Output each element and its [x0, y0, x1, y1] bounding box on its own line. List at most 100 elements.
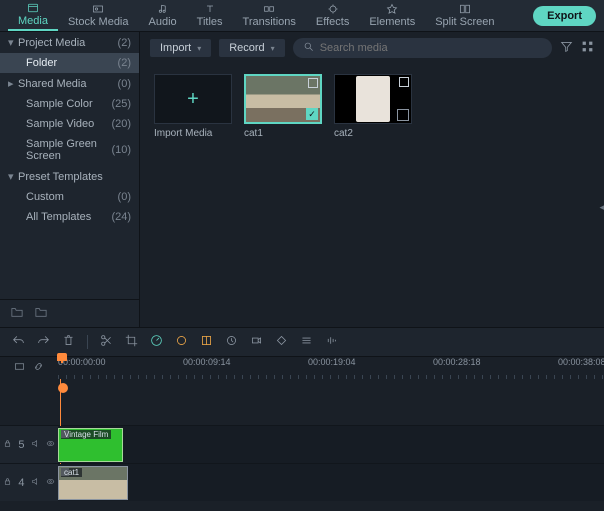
- clip-thumb: [334, 74, 412, 124]
- sidebar-item[interactable]: Folder(2): [0, 53, 139, 73]
- sidebar-item-count: (10): [111, 144, 131, 156]
- sidebar-item-count: (2): [118, 37, 131, 49]
- sidebar-item[interactable]: ▾Preset Templates: [0, 166, 139, 187]
- plus-icon: +: [187, 88, 199, 111]
- filter-icon[interactable]: [560, 40, 573, 56]
- collapse-right-icon[interactable]: ◂: [599, 202, 604, 213]
- ruler-tick: 00:00:09:14: [183, 357, 231, 367]
- nav-tab-titles[interactable]: Titles: [187, 1, 233, 30]
- settings-icon[interactable]: [300, 334, 313, 350]
- marker-icon[interactable]: [58, 383, 68, 393]
- sidebar-item[interactable]: All Templates(24): [0, 207, 139, 227]
- sidebar-item-count: (20): [111, 118, 131, 130]
- mute-icon[interactable]: [31, 477, 40, 489]
- titles-icon: [203, 3, 217, 15]
- timeline-ruler[interactable]: 00:00:00:0000:00:09:1400:00:19:0400:00:2…: [58, 357, 604, 379]
- timeline-body: 5 Vintage Film 4 cat1: [0, 379, 604, 501]
- audio-mix-icon[interactable]: [325, 334, 338, 350]
- media-area: Import ▾ Record ▾ + Imp: [140, 32, 604, 327]
- sidebar-item-label: Custom: [26, 191, 64, 203]
- sidebar-footer: [0, 299, 139, 327]
- green-screen-icon[interactable]: [200, 334, 213, 350]
- lock-icon[interactable]: [3, 477, 12, 489]
- nav-tab-transitions[interactable]: Transitions: [233, 1, 306, 30]
- sidebar-item-label: Sample Video: [26, 118, 94, 130]
- timeline-track: 5 Vintage Film: [0, 425, 604, 463]
- lock-icon[interactable]: [3, 439, 12, 451]
- split-icon: [458, 3, 472, 15]
- elements-icon: [385, 3, 399, 15]
- media-clip-cat2[interactable]: cat2: [334, 74, 412, 139]
- nav-tab-label: Media: [18, 15, 48, 27]
- media-icon: [26, 2, 40, 14]
- sidebar-item[interactable]: Custom (0): [0, 187, 139, 207]
- mute-icon[interactable]: [31, 439, 40, 451]
- import-media-card[interactable]: + Import Media: [154, 74, 232, 139]
- sidebar-item-count: (0): [118, 191, 131, 203]
- color-icon[interactable]: [175, 334, 188, 350]
- timeline-clip[interactable]: cat1: [58, 466, 128, 500]
- media-thumbs: + Import Media ✓ cat1 cat2: [140, 64, 604, 149]
- folder-icon[interactable]: [34, 306, 48, 321]
- export-button[interactable]: Export: [533, 6, 596, 26]
- track-head: 5: [0, 426, 58, 463]
- nav-tab-label: Transitions: [243, 16, 296, 28]
- nav-tab-stock[interactable]: Stock Media: [58, 1, 139, 30]
- visibility-icon[interactable]: [46, 439, 55, 451]
- timeline-toolbar: [0, 327, 604, 356]
- expand-icon: [397, 109, 409, 121]
- crop-icon[interactable]: [125, 334, 138, 350]
- check-icon: ✓: [306, 108, 318, 120]
- sidebar-item[interactable]: Sample Green Screen(10): [0, 134, 139, 166]
- track-id: 4: [18, 477, 24, 489]
- split-icon[interactable]: [100, 334, 113, 350]
- search-input[interactable]: [320, 42, 542, 54]
- speed-icon[interactable]: [150, 334, 163, 350]
- playhead[interactable]: [61, 357, 63, 363]
- sidebar-item[interactable]: Sample Video (20): [0, 114, 139, 134]
- sidebar-item[interactable]: ▾Project Media(2): [0, 32, 139, 53]
- nav-tab-split[interactable]: Split Screen: [425, 1, 504, 30]
- transitions-icon: [262, 3, 276, 15]
- record-dropdown[interactable]: Record ▾: [219, 39, 284, 57]
- delete-icon[interactable]: [62, 334, 75, 350]
- nav-tab-effects[interactable]: Effects: [306, 1, 359, 30]
- sidebar-item-count: (25): [111, 98, 131, 110]
- redo-icon[interactable]: [37, 334, 50, 350]
- nav-tab-audio[interactable]: Audio: [139, 1, 187, 30]
- sidebar-item-label: Shared Media: [18, 78, 87, 90]
- import-dropdown[interactable]: Import ▾: [150, 39, 211, 57]
- timeline-track: 4 cat1: [0, 463, 604, 501]
- import-card-label: Import Media: [154, 128, 232, 139]
- clip-label: cat1: [61, 468, 82, 477]
- media-clip-cat1[interactable]: ✓ cat1: [244, 74, 322, 139]
- nav-tab-media[interactable]: Media: [8, 0, 58, 31]
- ruler-head: [0, 357, 58, 379]
- keyframe-icon[interactable]: [275, 334, 288, 350]
- caret-icon: ▾: [8, 170, 18, 183]
- grid-view-icon[interactable]: [581, 40, 594, 56]
- record-icon[interactable]: [250, 334, 263, 350]
- track-add-icon[interactable]: [14, 361, 25, 375]
- track-id: 5: [18, 439, 24, 451]
- sidebar-item-count: (0): [118, 78, 131, 90]
- sidebar: ▾Project Media(2)Folder(2)▸Shared Media(…: [0, 32, 140, 327]
- search-wrap: [293, 38, 552, 58]
- marker-strip: [58, 379, 604, 397]
- nav-tab-elements[interactable]: Elements: [359, 1, 425, 30]
- new-folder-icon[interactable]: [10, 306, 24, 321]
- ruler-row: 00:00:00:0000:00:09:1400:00:19:0400:00:2…: [0, 356, 604, 379]
- timeline-clip[interactable]: Vintage Film: [58, 428, 123, 462]
- visibility-icon[interactable]: [46, 477, 55, 489]
- track-body[interactable]: Vintage Film: [58, 426, 604, 463]
- effects-icon: [326, 3, 340, 15]
- nav-tab-label: Effects: [316, 16, 349, 28]
- sidebar-item[interactable]: Sample Color(25): [0, 94, 139, 114]
- nav-tab-label: Split Screen: [435, 16, 494, 28]
- link-icon[interactable]: [33, 361, 44, 375]
- motion-icon[interactable]: [225, 334, 238, 350]
- undo-icon[interactable]: [12, 334, 25, 350]
- clip-thumb: ✓: [244, 74, 322, 124]
- sidebar-item[interactable]: ▸Shared Media(0): [0, 73, 139, 94]
- track-body[interactable]: cat1: [58, 464, 604, 501]
